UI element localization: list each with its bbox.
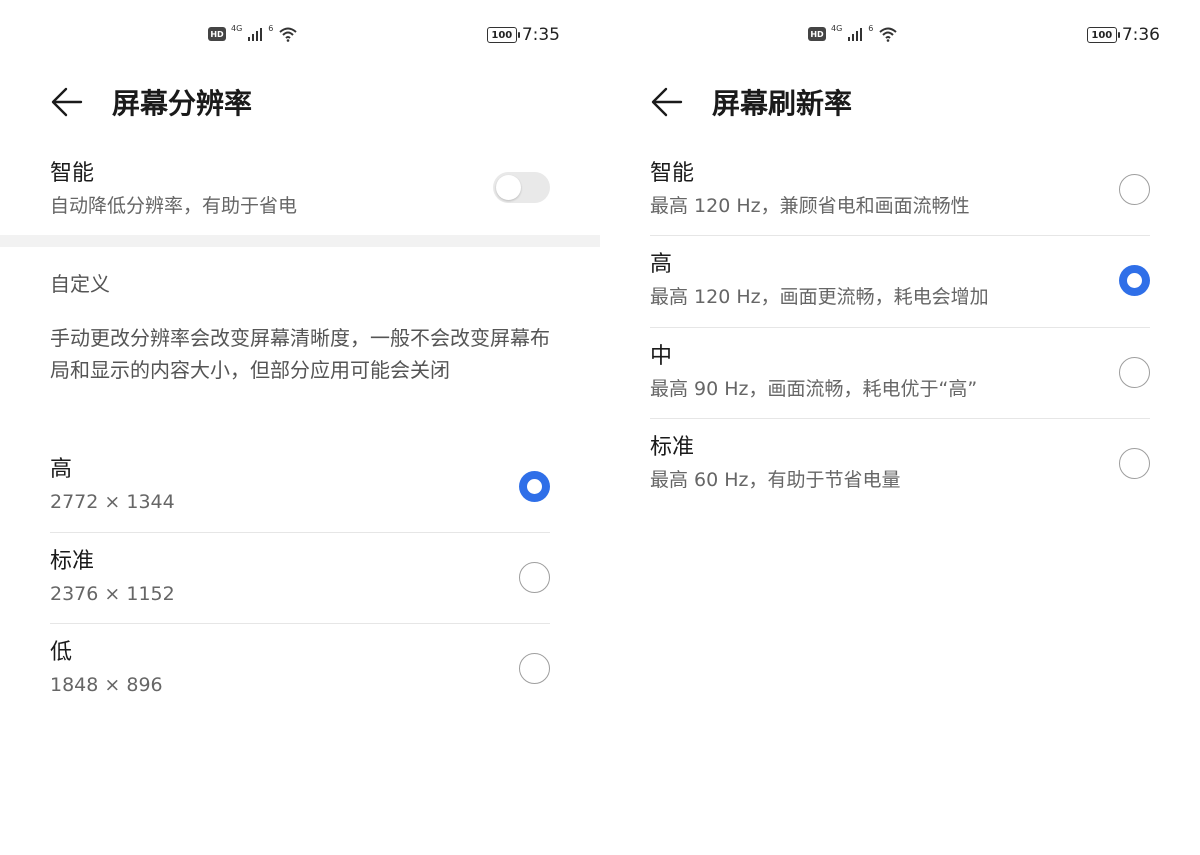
network-type-label: 4G [231,24,243,33]
option-subtitle: 最高 60 Hz，有助于节省电量 [650,469,901,491]
resolution-option-standard[interactable]: 标准 2376 × 1152 [50,548,550,612]
hd-icon: HD [808,27,826,41]
refresh-rate-screen: HD 4G 6 100 7:36 屏幕刷新率 智能 最高 120 Hz，兼顾省电… [600,0,1200,855]
smart-title: 智能 [50,161,95,186]
radio-standard[interactable] [519,562,550,593]
refresh-option-standard[interactable]: 标准 最高 60 Hz，有助于节省电量 [650,434,1150,498]
resolution-option-high[interactable]: 高 2772 × 1344 [50,456,550,520]
option-title: 智能 [650,161,695,186]
network-type-label: 4G [831,24,843,33]
smart-subtitle: 自动降低分辨率，有助于省电 [50,195,298,217]
arrow-left-icon[interactable] [50,84,86,120]
option-title: 标准 [650,435,695,460]
page-title: 屏幕刷新率 [712,87,853,120]
option-subtitle: 2376 × 1152 [50,583,175,605]
radio-smart[interactable] [1119,174,1150,205]
battery-icon: 100 [486,27,520,43]
custom-description: 手动更改分辨率会改变屏幕清晰度，一般不会改变屏幕布局和显示的内容大小，但部分应用… [50,326,550,382]
status-icons: HD 4G 6 [808,24,898,44]
hd-icon: HD [208,27,226,41]
refresh-option-smart[interactable]: 智能 最高 120 Hz，兼顾省电和画面流畅性 [650,160,1150,224]
option-subtitle: 最高 120 Hz，画面更流畅，耗电会增加 [650,286,989,308]
radio-high[interactable] [519,471,550,502]
option-title: 高 [50,457,73,482]
signal-icon [848,28,863,41]
battery-icon: 100 [1086,27,1120,43]
header: 屏幕刷新率 [650,78,852,126]
option-title: 低 [50,640,73,665]
status-time: 7:36 [1121,25,1160,45]
option-subtitle: 最高 120 Hz，兼顾省电和画面流畅性 [650,195,970,217]
option-title: 中 [650,344,673,369]
divider [50,532,550,533]
resolution-option-low[interactable]: 低 1848 × 896 [50,639,550,703]
smart-resolution-toggle[interactable] [493,172,550,203]
status-bar: HD 4G 6 100 7:36 [600,22,1200,48]
option-title: 高 [650,252,673,277]
toggle-knob [496,175,521,200]
sim2-label: 6 [868,24,874,33]
option-subtitle: 最高 90 Hz，画面流畅，耗电优于“高” [650,378,978,400]
divider [50,623,550,624]
header: 屏幕分辨率 [50,78,252,126]
resolution-screen: HD 4G 6 100 7:35 屏幕分辨率 智能 自动降低分辨率，有助于省电 … [0,0,600,855]
section-divider [0,235,600,247]
wifi-icon [279,27,298,42]
radio-medium[interactable] [1119,357,1150,388]
divider [650,418,1150,419]
section-label-custom: 自定义 [50,272,110,296]
refresh-option-high[interactable]: 高 最高 120 Hz，画面更流畅，耗电会增加 [650,251,1150,315]
divider [650,327,1150,328]
divider [650,235,1150,236]
radio-low[interactable] [519,653,550,684]
option-subtitle: 1848 × 896 [50,674,163,696]
option-title: 标准 [50,549,95,574]
status-icons: HD 4G 6 [208,24,298,44]
smart-resolution-row[interactable]: 智能 自动降低分辨率，有助于省电 [50,160,550,224]
sim2-label: 6 [268,24,274,33]
wifi-icon [879,27,898,42]
radio-standard[interactable] [1119,448,1150,479]
radio-high[interactable] [1119,265,1150,296]
arrow-left-icon[interactable] [650,84,686,120]
status-time: 7:35 [521,25,560,45]
page-title: 屏幕分辨率 [112,87,253,120]
refresh-option-medium[interactable]: 中 最高 90 Hz，画面流畅，耗电优于“高” [650,343,1150,407]
option-subtitle: 2772 × 1344 [50,491,175,513]
signal-icon [248,28,263,41]
status-bar: HD 4G 6 100 7:35 [0,22,600,48]
